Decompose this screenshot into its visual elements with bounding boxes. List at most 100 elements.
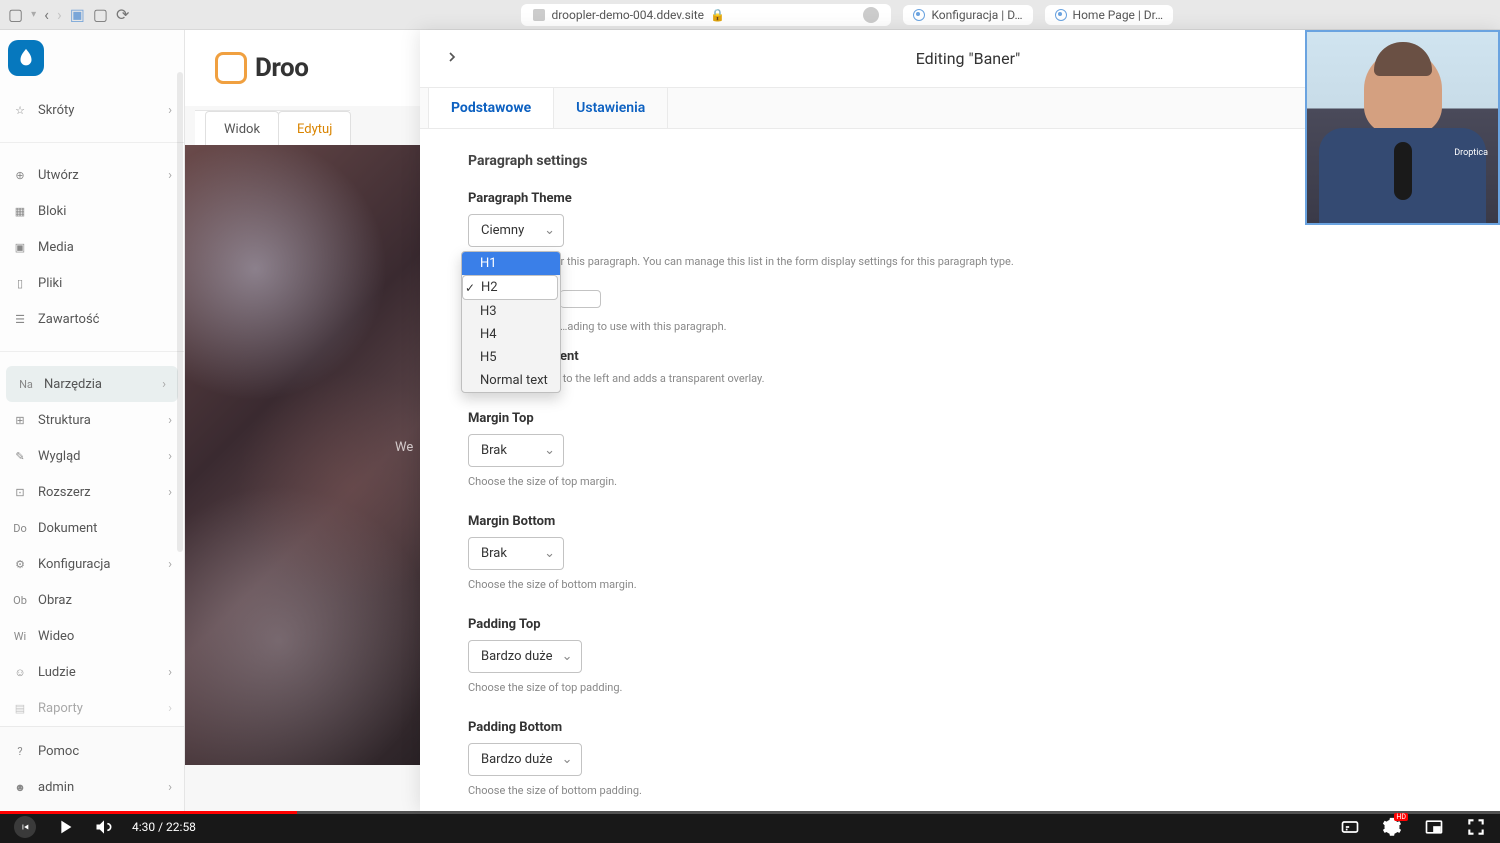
dropdown-option-h1[interactable]: H1 [462,252,560,275]
drawer-tab-settings[interactable]: Ustawienia [554,88,668,128]
sidebar-item-label: Zawartość [38,312,99,327]
content-stage: Droo Widok Edytuj We Editing "Baner" Pod… [185,30,1500,811]
tree-icon: ⊞ [12,412,28,428]
select-margin-top[interactable]: Brak ⌄ [468,434,564,467]
dropdown-option-h3[interactable]: H3 [462,300,560,323]
sidebar-item-label: Obraz [38,593,72,608]
progress-fill [0,811,297,814]
field-label: Padding Top [468,617,1452,632]
sidebar-item-wideo[interactable]: Wi Wideo [0,618,184,654]
chevron-right-icon: › [168,103,172,118]
chevron-down-icon: ⌄ [544,546,555,561]
dropdown-option-h4[interactable]: H4 [462,323,560,346]
forward-icon[interactable]: › [57,5,62,24]
sidebar-item-help[interactable]: ? Pomoc [0,733,184,769]
select-padding-bottom[interactable]: Bardzo duże ⌄ [468,743,582,776]
play-button[interactable] [54,816,76,838]
address-bar[interactable]: droopler-demo-004.ddev.site 🔒 [521,4,891,26]
sidebar-item-extend[interactable]: ⊡ Rozszerz › [0,474,184,510]
sidebar-bottom: ? Pomoc ☻ admin › [0,726,184,811]
scrollbar-thumb[interactable] [177,72,183,552]
sidebar-item-people[interactable]: ☺ Ludzie › [0,654,184,690]
sidebar-item-reports[interactable]: ▤ Raporty › [0,690,184,726]
sidebar-item-configuration[interactable]: ⚙ Konfiguracja › [0,546,184,582]
help-text: Choose the size of top margin. [468,475,1452,488]
browser-tab-1[interactable]: Konfiguracja | D… [903,5,1032,25]
field-label: ent [560,349,1452,364]
sidebar-item-appearance[interactable]: ✎ Wygląd › [0,438,184,474]
sidebar-item-create[interactable]: ⊕ Utwórz › [0,157,184,193]
list-icon: ☰ [12,311,28,327]
heading-dropdown[interactable]: H1 H2 H3 H4 H5 Normal text [461,251,561,393]
sidebar-item-admin[interactable]: ☻ admin › [0,769,184,805]
miniplayer-button[interactable] [1424,817,1444,837]
sidebar-item-label: Wygląd [38,449,80,464]
drawer-back-button[interactable] [444,49,460,69]
text-icon: Wi [12,628,28,644]
select-theme[interactable]: Ciemny ⌄ [468,214,564,247]
back-icon[interactable]: ‹ [44,5,49,24]
dropdown-option-normal[interactable]: Normal text [462,369,560,392]
dropdown-option-h5[interactable]: H5 [462,346,560,369]
select-value: Brak [481,546,507,561]
sidebar-item-label: Pomoc [38,744,79,759]
field-margin-top: Margin Top Brak ⌄ Choose the size of top… [468,411,1452,488]
sidebar-item-label: admin [38,780,74,795]
chevron-right-icon: › [168,413,172,428]
field-label: Padding Bottom [468,720,1452,735]
fullscreen-button[interactable] [1466,817,1486,837]
sidebar-item-tools[interactable]: Na Narzędzia › [6,366,178,402]
sidebar-item-content[interactable]: ☰ Zawartość [0,301,184,337]
progress-track[interactable] [0,811,1500,814]
drawer-tab-basic[interactable]: Podstawowe [428,88,554,128]
sidebar-item-document[interactable]: Do Dokument [0,510,184,546]
text-icon: Do [12,520,28,536]
sidebar-item-files[interactable]: ▯ Pliki [0,265,184,301]
select-padding-top[interactable]: Bardzo duże ⌄ [468,640,582,673]
browser-tab-2[interactable]: Home Page | Dr… [1045,5,1174,25]
sidebar-logo[interactable] [0,30,184,86]
tab-view[interactable]: Widok [205,111,279,147]
sidebar-toggle-icon[interactable]: ▢ [8,5,23,24]
webcam-overlay: Droptica [1305,30,1500,225]
tab-edit[interactable]: Edytuj [278,111,351,147]
webcam-face [1364,50,1442,134]
volume-button[interactable] [94,817,114,837]
sidebar-item-label: Raporty [38,701,83,716]
field-padding-top: Padding Top Bardzo duże ⌄ Choose the siz… [468,617,1452,694]
chevron-right-icon: › [168,701,172,716]
page-tabs: Widok Edytuj [195,110,350,147]
sidebar-item-blocks[interactable]: ▦ Bloki [0,193,184,229]
sidebar-item-obraz[interactable]: Ob Obraz [0,582,184,618]
sidebar-item-label: Skróty [38,103,74,118]
select-heading-edge[interactable] [560,290,601,308]
time-display: 4:30 / 22:58 [132,820,196,834]
chevron-right-icon: › [168,449,172,464]
browser-bar: ▢ ▾ ‹ › ▣ ▢ ⟳ droopler-demo-004.ddev.sit… [0,0,1500,30]
file-icon: ▯ [12,275,28,291]
sidebar-item-structure[interactable]: ⊞ Struktura › [0,402,184,438]
puzzle-icon: ⊡ [12,484,28,500]
chevron-down-icon: ⌄ [562,752,573,767]
sidebar-item-shortcuts[interactable]: ☆ Skróty › [0,92,184,128]
shield-icon[interactable]: ▣ [70,5,85,24]
chevron-down-icon[interactable]: ▾ [31,9,36,20]
current-time: 4:30 [132,820,155,834]
sidebar-item-media[interactable]: ▣ Media [0,229,184,265]
user-icon: ☻ [12,779,28,795]
chevron-down-icon: ⌄ [544,223,555,238]
reader-icon[interactable] [863,7,879,23]
prev-button[interactable] [14,816,36,838]
select-margin-bottom[interactable]: Brak ⌄ [468,537,564,570]
dropdown-option-h2[interactable]: H2 [462,275,558,300]
people-icon: ☺ [12,664,28,680]
window-icon[interactable]: ▢ [93,5,108,24]
captions-button[interactable] [1340,817,1360,837]
select-value: Bardzo duże [481,649,553,664]
reload-icon[interactable]: ⟳ [116,5,129,24]
sidebar-item-label: Narzędzia [44,377,102,392]
site-logo[interactable]: Droo [215,52,308,84]
sidebar-item-label: Ludzie [38,665,76,680]
settings-button[interactable]: HD [1382,817,1402,837]
help-text: Choose the size of top padding. [468,681,1452,694]
